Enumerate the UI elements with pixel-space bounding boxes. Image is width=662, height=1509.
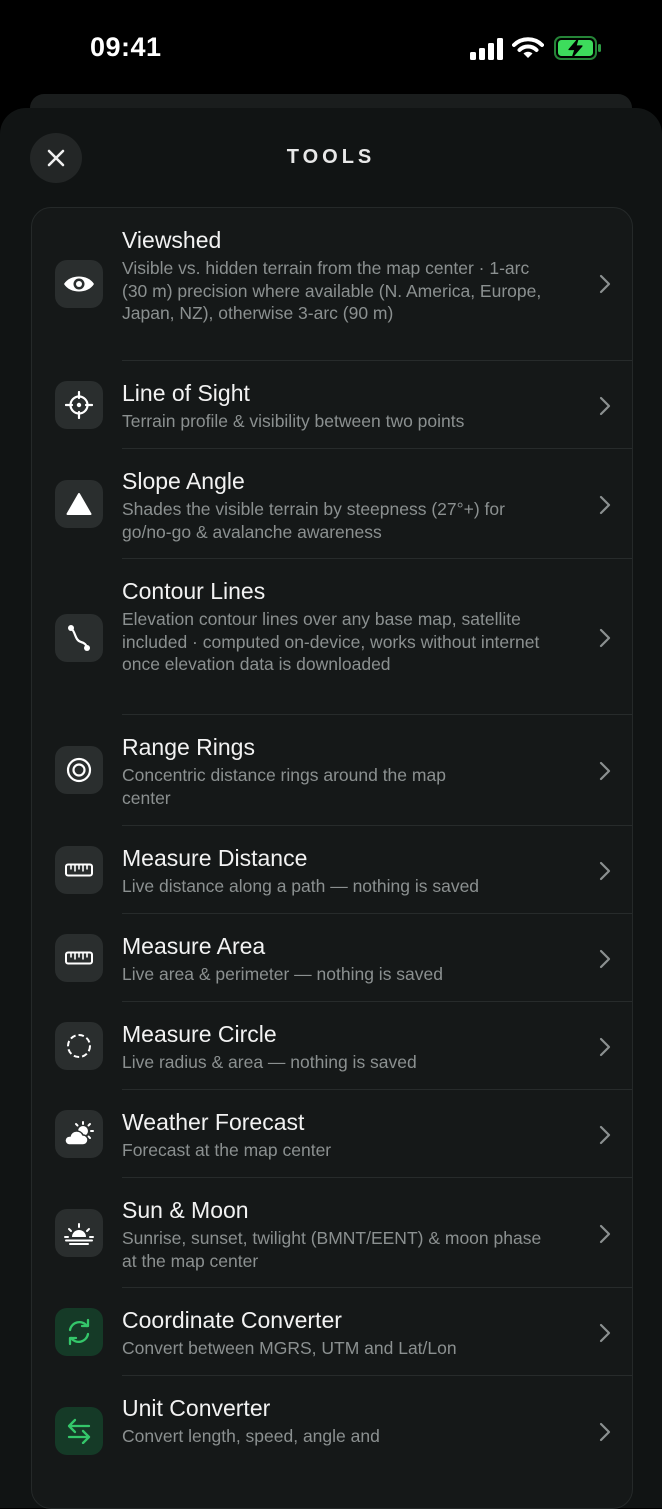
swap-arrows-icon [67, 1418, 91, 1444]
tool-slope-angle[interactable]: Slope Angle Shades the visible terrain b… [32, 449, 632, 559]
tool-description: Convert between MGRS, UTM and Lat/Lon [122, 1338, 457, 1358]
cloud-sun-icon [64, 1121, 94, 1146]
tool-title: Measure Distance [122, 845, 308, 871]
status-bar: 09:41 [0, 0, 662, 96]
tool-title: Range Rings [122, 734, 255, 760]
chevron-right-icon [599, 761, 611, 781]
chevron-right-icon [599, 1037, 611, 1057]
tool-description: Live radius & area — nothing is saved [122, 1052, 417, 1072]
icon-container [55, 746, 103, 794]
tool-measure-area[interactable]: Measure Area Live area & perimeter — not… [32, 914, 632, 1002]
cellular-signal-icon [470, 38, 503, 60]
tool-line-of-sight[interactable]: Line of Sight Terrain profile & visibili… [32, 361, 632, 449]
tool-unit-converter[interactable]: Unit Converter Convert length, speed, an… [32, 1376, 632, 1486]
tools-list: Viewshed Visible vs. hidden terrain from… [31, 207, 633, 1509]
icon-container [55, 846, 103, 894]
tool-viewshed[interactable]: Viewshed Visible vs. hidden terrain from… [32, 208, 632, 361]
tool-description: Forecast at the map center [122, 1140, 332, 1160]
eye-icon [64, 276, 94, 292]
icon-container [55, 1022, 103, 1070]
ruler-icon [65, 951, 93, 965]
tool-description: Convert length, speed, angle and [122, 1426, 380, 1446]
tool-description: Elevation contour lines over any base ma… [122, 609, 540, 674]
icon-container [55, 934, 103, 982]
crosshair-icon [65, 391, 93, 419]
tool-measure-distance[interactable]: Measure Distance Live distance along a p… [32, 826, 632, 914]
tool-range-rings[interactable]: Range Rings Concentric distance rings ar… [32, 715, 632, 826]
chevron-right-icon [599, 274, 611, 294]
icon-container [55, 614, 103, 662]
tool-title: Slope Angle [122, 468, 245, 494]
tool-title: Measure Circle [122, 1021, 277, 1047]
sunrise-icon [64, 1223, 94, 1245]
tool-title: Line of Sight [122, 380, 250, 406]
chevron-right-icon [599, 1323, 611, 1343]
icon-container [55, 260, 103, 308]
refresh-icon [68, 1318, 90, 1346]
sheet-title: TOOLS [286, 146, 376, 168]
tool-description: Concentric distance rings around the map… [122, 765, 446, 808]
triangle-icon [66, 493, 92, 515]
rings-icon [66, 757, 92, 783]
tool-description: Terrain profile & visibility between two… [122, 411, 465, 431]
wifi-icon [512, 37, 544, 58]
chevron-right-icon [599, 1125, 611, 1145]
tool-description: Live area & perimeter — nothing is saved [122, 964, 443, 984]
tool-sun-and-moon[interactable]: Sun & Moon Sunrise, sunset, twilight (BM… [32, 1178, 632, 1288]
tool-title: Contour Lines [122, 578, 266, 604]
icon-container [55, 1110, 103, 1158]
chevron-right-icon [599, 1422, 611, 1442]
ruler-icon [65, 863, 93, 877]
dashed-circle-icon [67, 1034, 91, 1058]
chevron-right-icon [599, 949, 611, 969]
tool-description: Visible vs. hidden terrain from the map … [122, 258, 542, 323]
tool-coordinate-converter[interactable]: Coordinate Converter Convert between MGR… [32, 1288, 632, 1376]
tool-measure-circle[interactable]: Measure Circle Live radius & area — noth… [32, 1002, 632, 1090]
tool-contour-lines[interactable]: Contour Lines Elevation contour lines ov… [32, 559, 632, 715]
chevron-right-icon [599, 495, 611, 515]
tool-title: Measure Area [122, 933, 266, 959]
icon-container [55, 1209, 103, 1257]
icon-container [55, 480, 103, 528]
tool-title: Coordinate Converter [122, 1307, 342, 1333]
path-icon [68, 625, 90, 651]
tool-description: Live distance along a path — nothing is … [122, 876, 480, 896]
tool-title: Weather Forecast [122, 1109, 305, 1135]
chevron-right-icon [599, 628, 611, 648]
tool-description: Shades the visible terrain by steepness … [122, 499, 505, 542]
tool-title: Unit Converter [122, 1395, 271, 1421]
status-time: 09:41 [90, 32, 162, 62]
tool-title: Viewshed [122, 227, 222, 253]
chevron-right-icon [599, 861, 611, 881]
tool-title: Sun & Moon [122, 1197, 249, 1223]
chevron-right-icon [599, 1224, 611, 1244]
tool-weather-forecast[interactable]: Weather Forecast Forecast at the map cen… [32, 1090, 632, 1178]
icon-container [55, 1407, 103, 1455]
chevron-right-icon [599, 396, 611, 416]
battery-charging-icon [554, 36, 601, 60]
icon-container [55, 1308, 103, 1356]
tool-description: Sunrise, sunset, twilight (BMNT/EENT) & … [122, 1228, 542, 1271]
icon-container [55, 381, 103, 429]
